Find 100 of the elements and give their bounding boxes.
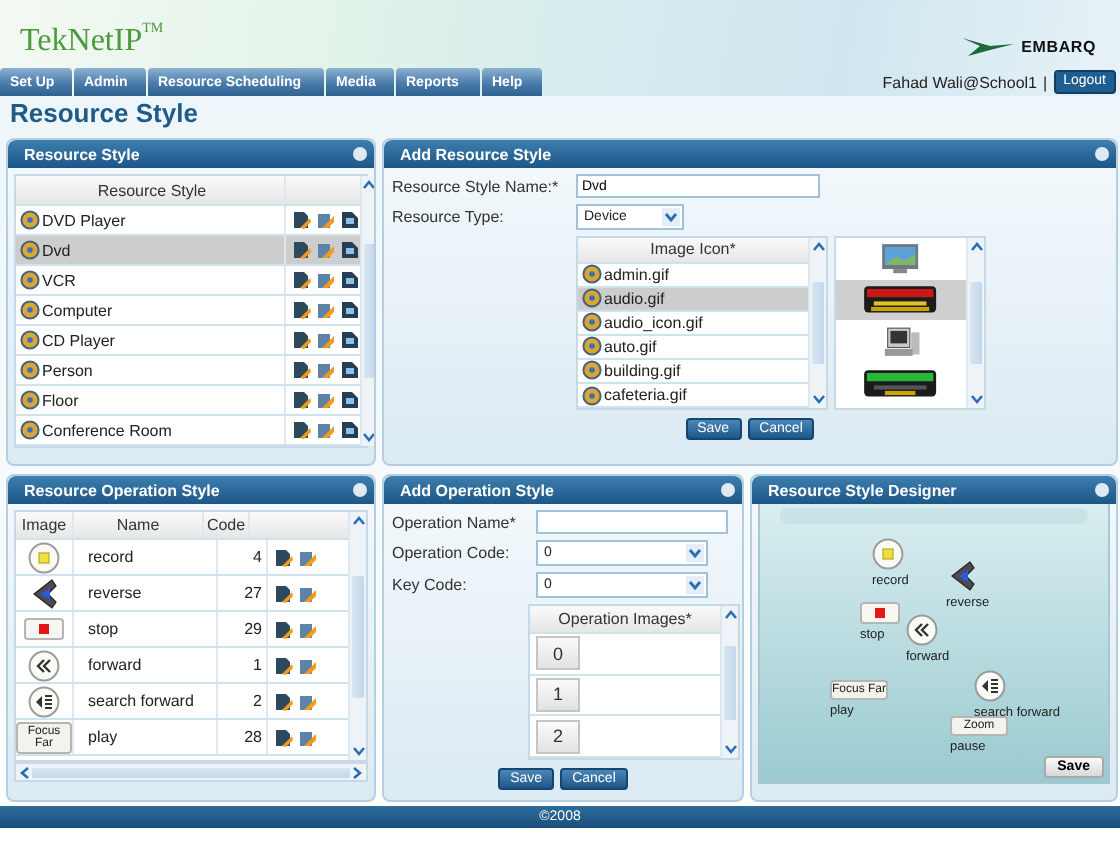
- panel-title: Resource Style: [24, 145, 140, 163]
- scroll-up-icon[interactable]: [811, 240, 825, 252]
- tools-icon[interactable]: [316, 420, 336, 440]
- item-label: audio_icon.gif: [604, 313, 703, 332]
- row-label: CD Player: [42, 331, 115, 349]
- document-icon[interactable]: [340, 240, 360, 260]
- edit-icon[interactable]: [274, 547, 294, 567]
- edit-icon[interactable]: [292, 420, 312, 440]
- tools-icon[interactable]: [316, 360, 336, 380]
- scroll-up-icon[interactable]: [723, 608, 737, 620]
- document-icon[interactable]: [340, 210, 360, 230]
- row-label: DVD Player: [42, 211, 126, 229]
- table-row[interactable]: Dvd: [16, 236, 360, 266]
- record-button-icon: [872, 538, 904, 570]
- tools-icon[interactable]: [298, 547, 318, 567]
- close-icon[interactable]: [1094, 146, 1110, 162]
- file-icon: [582, 360, 602, 381]
- edit-icon[interactable]: [292, 270, 312, 290]
- document-icon[interactable]: [340, 420, 360, 440]
- edit-icon[interactable]: [274, 727, 294, 747]
- close-icon[interactable]: [720, 482, 736, 498]
- list-item[interactable]: auto.gif: [578, 335, 808, 360]
- scroll-left-icon[interactable]: [18, 765, 30, 779]
- list-item[interactable]: cafeteria.gif: [578, 384, 808, 409]
- scrollbar[interactable]: [720, 606, 738, 758]
- file-icon: [582, 336, 602, 357]
- table-row[interactable]: Person: [16, 356, 360, 386]
- image-button[interactable]: 0: [536, 636, 580, 671]
- edit-icon[interactable]: [274, 583, 294, 603]
- image-option[interactable]: [836, 280, 966, 320]
- table-row[interactable]: CD Player: [16, 326, 360, 356]
- table-row[interactable]: Floor: [16, 386, 360, 416]
- scroll-up-icon[interactable]: [362, 178, 374, 190]
- tools-icon[interactable]: [298, 583, 318, 603]
- tools-icon[interactable]: [316, 330, 336, 350]
- close-icon[interactable]: [352, 146, 368, 162]
- separator: |: [1043, 73, 1048, 91]
- table-row[interactable]: VCR: [16, 266, 360, 296]
- table-row[interactable]: Conference Room: [16, 416, 360, 446]
- list-item[interactable]: building.gif: [578, 359, 808, 384]
- file-icon: [582, 264, 602, 285]
- edit-icon[interactable]: [292, 360, 312, 380]
- edit-icon[interactable]: [274, 619, 294, 639]
- item-label: admin.gif: [604, 265, 669, 284]
- scroll-down-icon[interactable]: [362, 432, 374, 444]
- tools-icon[interactable]: [316, 210, 336, 230]
- edit-icon[interactable]: [292, 300, 312, 320]
- document-icon[interactable]: [340, 360, 360, 380]
- table-row[interactable]: reverse 27: [16, 576, 348, 612]
- table-row[interactable]: record 4: [16, 540, 348, 576]
- scroll-down-icon[interactable]: [969, 394, 983, 406]
- scroll-right-icon[interactable]: [352, 765, 364, 779]
- document-icon[interactable]: [340, 270, 360, 290]
- scrollbar[interactable]: [348, 512, 366, 760]
- document-icon[interactable]: [340, 390, 360, 410]
- image-button[interactable]: 1: [536, 677, 580, 712]
- table-row[interactable]: Computer: [16, 296, 360, 326]
- scrollbar[interactable]: [808, 238, 826, 408]
- scroll-up-icon[interactable]: [969, 240, 983, 252]
- file-icon: [582, 312, 602, 333]
- table-cell: 2: [218, 684, 268, 718]
- search-forward-button-icon: [974, 670, 1006, 702]
- tools-icon[interactable]: [316, 390, 336, 410]
- image-button[interactable]: 2: [536, 719, 580, 754]
- tools-icon[interactable]: [298, 619, 318, 639]
- edit-icon[interactable]: [274, 655, 294, 675]
- close-icon[interactable]: [352, 482, 368, 498]
- edit-icon[interactable]: [292, 210, 312, 230]
- tools-icon[interactable]: [316, 300, 336, 320]
- column-header: Name: [74, 512, 204, 538]
- table-row[interactable]: search forward 2: [16, 684, 348, 720]
- scroll-down-icon[interactable]: [351, 746, 365, 758]
- scroll-up-icon[interactable]: [351, 514, 365, 526]
- tools-icon[interactable]: [298, 691, 318, 711]
- table-row[interactable]: forward 1: [16, 648, 348, 684]
- edit-icon[interactable]: [292, 330, 312, 350]
- list-item[interactable]: audio_icon.gif: [578, 311, 808, 336]
- text-field[interactable]: [536, 510, 728, 534]
- list-item[interactable]: audio.gif: [578, 287, 808, 312]
- edit-icon[interactable]: [274, 691, 294, 711]
- document-icon[interactable]: [340, 330, 360, 350]
- user-name: Fahad Wali@School1: [882, 73, 1037, 91]
- scrollbar[interactable]: [966, 238, 984, 408]
- scroll-down-icon[interactable]: [723, 744, 737, 756]
- column-header: Code: [204, 512, 250, 538]
- tools-icon[interactable]: [316, 270, 336, 290]
- edit-icon[interactable]: [292, 240, 312, 260]
- item-label: building.gif: [604, 361, 681, 380]
- table-row[interactable]: stop 29: [16, 612, 348, 648]
- tools-icon[interactable]: [298, 727, 318, 747]
- tools-icon[interactable]: [298, 655, 318, 675]
- table-row[interactable]: DVD Player: [16, 206, 360, 236]
- document-icon[interactable]: [340, 300, 360, 320]
- scroll-down-icon[interactable]: [811, 394, 825, 406]
- edit-icon[interactable]: [292, 390, 312, 410]
- scrollbar[interactable]: [14, 762, 368, 782]
- scrollbar[interactable]: [360, 176, 374, 446]
- list-item[interactable]: admin.gif: [578, 263, 808, 288]
- column-header: Image Icon*: [578, 238, 808, 264]
- close-icon[interactable]: [1094, 482, 1110, 498]
